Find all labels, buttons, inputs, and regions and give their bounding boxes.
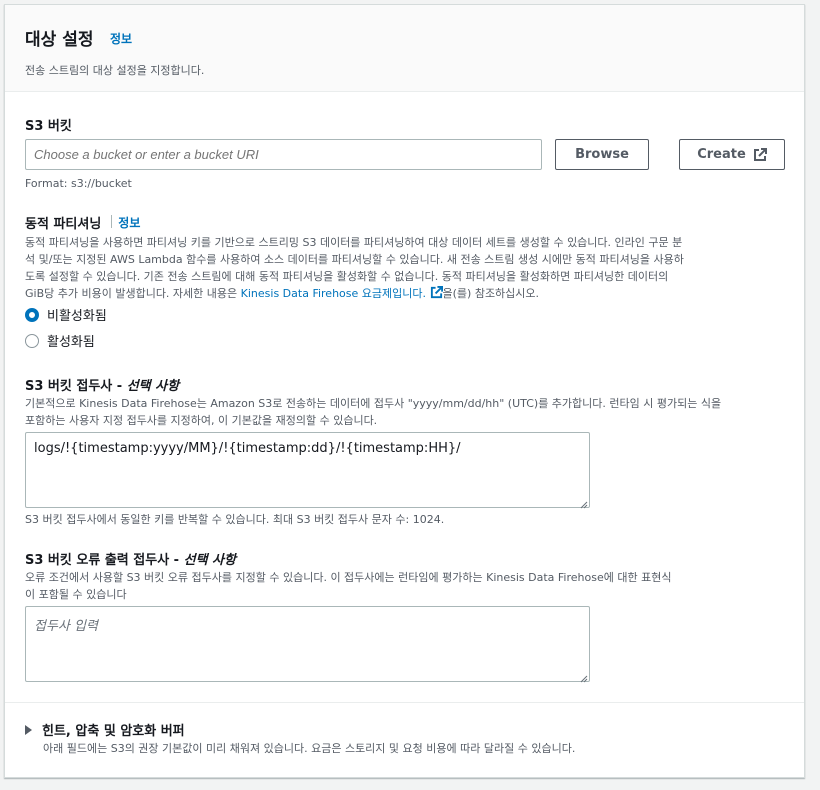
- desc-line: 이 포함될 수 있습니다: [25, 588, 127, 601]
- desc-text: GiB당 추가 비용이 발생합니다. 자세한 내용은: [25, 287, 241, 300]
- external-link-icon: [753, 147, 767, 162]
- prefix-hint: S3 버킷 접두사에서 동일한 키를 반복할 수 있습니다. 최대 S3 버킷 …: [25, 513, 445, 526]
- dynamic-partitioning-info-link[interactable]: 정보: [118, 214, 140, 231]
- resize-grip-icon[interactable]: [580, 498, 588, 509]
- s3-bucket-label: S3 버킷: [25, 119, 72, 134]
- radio-button[interactable]: [25, 333, 39, 348]
- prefix-label: S3 버킷 접두사 -: [25, 379, 127, 394]
- error-prefix-placeholder: 접두사 입력: [34, 619, 98, 634]
- error-prefix-label: S3 버킷 오류 출력 접두사 -: [25, 553, 184, 568]
- error-prefix-textarea[interactable]: 접두사 입력: [25, 606, 590, 683]
- desc-line: GiB당 추가 비용이 발생합니다. 자세한 내용은 Kinesis Data …: [25, 285, 795, 302]
- browse-button-label: Browse: [575, 147, 629, 162]
- desc-line: 오류 조건에서 사용할 S3 버킷 오류 접두사를 지정할 수 있습니다. 이 …: [25, 571, 672, 584]
- section-divider: [5, 702, 804, 703]
- error-prefix-heading: S3 버킷 오류 출력 접두사 - 선택 사항: [25, 549, 236, 568]
- prefix-heading: S3 버킷 접두사 - 선택 사항: [25, 375, 179, 394]
- buffer-section-title: 힌트, 압축 및 암호화 버퍼: [42, 724, 185, 739]
- radio-button-selected[interactable]: [25, 307, 39, 322]
- label-divider: [111, 215, 113, 228]
- optional-tag: 선택 사항: [183, 553, 236, 568]
- radio-enabled-label: 활성화됨: [47, 335, 95, 350]
- prefix-value: logs/!{timestamp:yyyy/MM}/!{timestamp:dd…: [34, 441, 461, 456]
- pricing-link[interactable]: Kinesis Data Firehose 요금제입니다.: [241, 287, 426, 300]
- desc-line: 포함하는 사용자 지정 접두사를 지정하여, 이 기본값을 재정의할 수 있습니…: [25, 414, 378, 427]
- destination-settings-panel: 대상 설정 정보 전송 스트림의 대상 설정을 지정합니다. S3 버킷 Bro…: [4, 4, 805, 778]
- dynamic-partitioning-heading: 동적 파티셔닝 정보: [25, 213, 140, 232]
- header-info-link[interactable]: 정보: [110, 30, 132, 47]
- browse-button[interactable]: Browse: [555, 139, 649, 170]
- panel-header: 대상 설정 정보 전송 스트림의 대상 설정을 지정합니다.: [5, 5, 804, 92]
- caret-right-icon: [25, 724, 32, 735]
- desc-line: 도록 설정할 수 있습니다. 기존 전송 스트림에 대해 동적 파티셔닝을 활성…: [25, 270, 669, 283]
- dynamic-partitioning-label: 동적 파티셔닝: [25, 217, 102, 232]
- radio-disabled[interactable]: 비활성화됨: [25, 305, 107, 324]
- create-button[interactable]: Create: [679, 139, 785, 170]
- buffer-section-description: 아래 필드에는 S3의 권장 기본값이 미리 채워져 있습니다. 요금은 스토리…: [43, 742, 576, 755]
- external-link-icon: [430, 286, 443, 299]
- buffer-section-expander[interactable]: 힌트, 압축 및 암호화 버퍼: [25, 720, 185, 739]
- desc-text: 을(를) 참조하십시오.: [442, 287, 540, 300]
- header-description: 전송 스트림의 대상 설정을 지정합니다.: [25, 64, 205, 77]
- desc-line: 석 및/또는 지정된 AWS Lambda 함수를 사용하여 소스 데이터를 파…: [25, 253, 684, 266]
- create-button-label: Create: [697, 147, 746, 162]
- page-title: 대상 설정: [25, 30, 94, 50]
- radio-disabled-label: 비활성화됨: [47, 309, 107, 324]
- radio-enabled[interactable]: 활성화됨: [25, 331, 95, 350]
- bucket-format-hint: Format: s3://bucket: [25, 177, 132, 190]
- s3-bucket-input[interactable]: [25, 139, 542, 170]
- dynamic-partitioning-description: 동적 파티셔닝을 사용하면 파티셔닝 키를 기반으로 스트리밍 S3 데이터를 …: [25, 234, 795, 302]
- prefix-textarea[interactable]: logs/!{timestamp:yyyy/MM}/!{timestamp:dd…: [25, 432, 590, 509]
- desc-line: 기본적으로 Kinesis Data Firehose는 Amazon S3로 …: [25, 397, 722, 410]
- resize-grip-icon[interactable]: [580, 672, 588, 683]
- desc-line: 동적 파티셔닝을 사용하면 파티셔닝 키를 기반으로 스트리밍 S3 데이터를 …: [25, 236, 683, 249]
- prefix-description: 기본적으로 Kinesis Data Firehose는 Amazon S3로 …: [25, 395, 795, 429]
- optional-tag: 선택 사항: [126, 379, 180, 394]
- error-prefix-description: 오류 조건에서 사용할 S3 버킷 오류 접두사를 지정할 수 있습니다. 이 …: [25, 569, 795, 603]
